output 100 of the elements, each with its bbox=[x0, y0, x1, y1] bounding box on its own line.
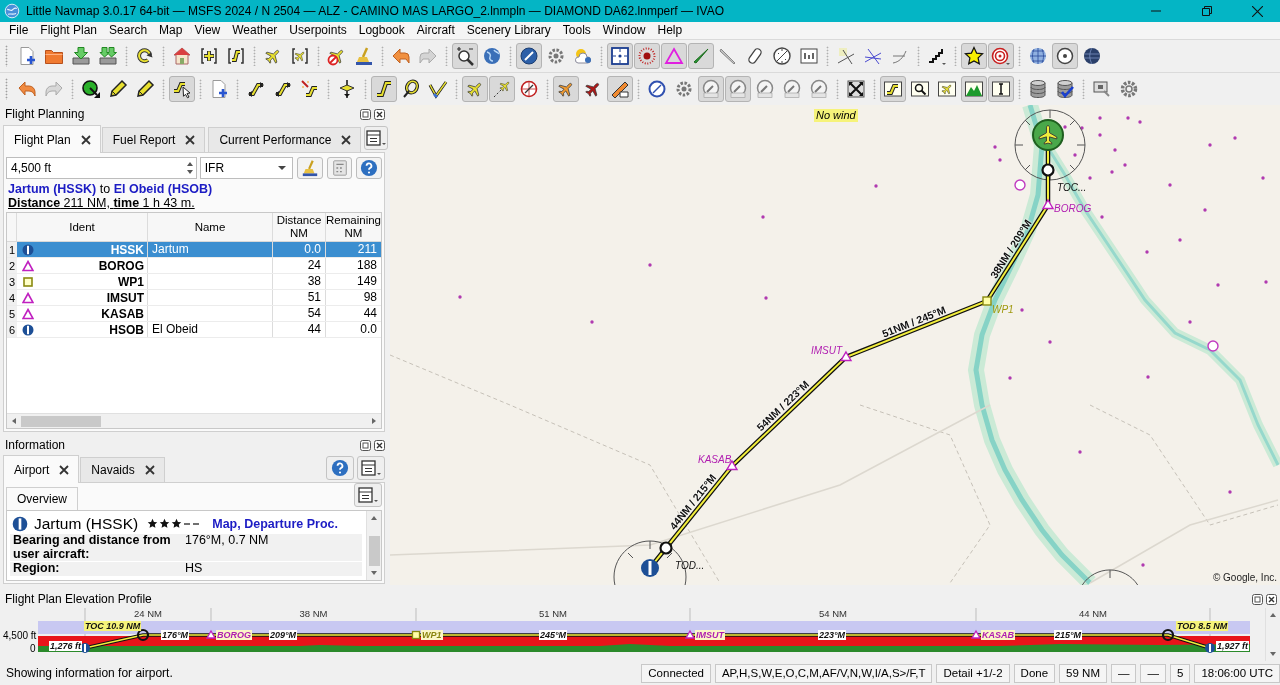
altitude-spin-box[interactable]: 4,500 ft bbox=[6, 157, 197, 179]
airway-lines-icon bbox=[836, 46, 856, 66]
help-button[interactable] bbox=[356, 157, 382, 179]
close-button[interactable] bbox=[374, 108, 385, 120]
menu-item[interactable]: Help bbox=[651, 22, 689, 39]
status-field: AP,H,S,W,E,O,C,M,AF/V,N,W,I/A,S>/F,T bbox=[714, 663, 933, 683]
airport-dot-icon bbox=[1123, 163, 1127, 167]
float-button[interactable] bbox=[360, 439, 371, 451]
menu-item[interactable]: File bbox=[3, 22, 35, 39]
menu-item[interactable]: View bbox=[188, 22, 227, 39]
menu-item[interactable]: Map bbox=[153, 22, 189, 39]
waypoint-icon bbox=[22, 307, 34, 320]
gauge-icon bbox=[809, 79, 829, 99]
menu-item[interactable]: Aircraft bbox=[410, 22, 461, 39]
broom-icon bbox=[301, 159, 320, 177]
redo-icon bbox=[44, 79, 64, 99]
scroll-right-icon bbox=[370, 417, 378, 425]
airport-dot-icon bbox=[1146, 375, 1150, 379]
stairs-icon bbox=[927, 46, 947, 66]
toolbar-button[interactable] bbox=[988, 76, 1014, 102]
table-row[interactable]: 5 KASAB 54 44 bbox=[7, 306, 381, 322]
close-icon bbox=[59, 464, 70, 475]
airport-dot-icon bbox=[1168, 183, 1172, 187]
tab[interactable]: Airport bbox=[3, 455, 80, 483]
airport-dot-icon bbox=[1203, 208, 1207, 212]
scroll-left-icon bbox=[10, 417, 18, 425]
close-button[interactable] bbox=[374, 439, 385, 451]
float-button[interactable] bbox=[360, 108, 371, 120]
column-header[interactable]: Remaining NM bbox=[326, 213, 381, 241]
toolbar-button[interactable] bbox=[607, 76, 633, 102]
menu-item[interactable]: Flight Plan bbox=[34, 22, 104, 39]
tab[interactable]: Navaids bbox=[80, 457, 165, 482]
table-cell: 44 bbox=[326, 306, 381, 321]
column-header[interactable]: Name bbox=[148, 213, 273, 241]
caret-icon bbox=[278, 164, 287, 172]
table-cell: HSOB bbox=[109, 322, 144, 337]
panel-title: Flight Planning bbox=[5, 107, 85, 121]
menu-button[interactable] bbox=[354, 483, 382, 507]
tab[interactable]: Fuel Report bbox=[101, 127, 206, 152]
ring-icon bbox=[136, 628, 150, 642]
toolbar-button[interactable] bbox=[452, 43, 478, 69]
tab[interactable]: Flight Plan bbox=[3, 125, 101, 153]
restore-icon bbox=[1201, 6, 1212, 16]
tab[interactable]: Current Performance bbox=[208, 127, 362, 152]
flight-rules-dropdown[interactable]: IFR bbox=[199, 157, 294, 179]
table-row[interactable]: 6 HSOB El Obeid 44 0.0 bbox=[7, 322, 381, 338]
status-message: Showing information for airport. bbox=[6, 666, 174, 680]
airport-dot-icon bbox=[1100, 215, 1104, 219]
toolbar-button[interactable] bbox=[169, 76, 195, 102]
menu-button[interactable] bbox=[364, 126, 389, 150]
table-row[interactable]: 3 WP1 38 149 bbox=[7, 274, 381, 290]
vertical-scrollbar[interactable] bbox=[366, 511, 381, 580]
column-header[interactable]: Ident bbox=[17, 213, 148, 241]
toolbar-button[interactable] bbox=[961, 76, 987, 102]
toolbar-button[interactable] bbox=[516, 43, 542, 69]
airplane-icon bbox=[937, 79, 957, 99]
userpoint-icon bbox=[22, 275, 34, 288]
row-number: 2 bbox=[7, 258, 17, 273]
save-all-tray-icon bbox=[98, 46, 118, 66]
float-icon bbox=[1252, 593, 1263, 605]
airport-dot-icon bbox=[1078, 450, 1082, 454]
distance-label: 51 NM bbox=[539, 608, 567, 619]
airport-links[interactable]: Map, Departure Proc. bbox=[212, 516, 338, 531]
menu-item[interactable]: Window bbox=[596, 22, 652, 39]
tool-button[interactable] bbox=[297, 157, 323, 179]
table-row[interactable]: 2 BOROG 24 188 bbox=[7, 258, 381, 274]
table-cell: 188 bbox=[326, 258, 381, 273]
menu-item[interactable]: Weather bbox=[226, 22, 284, 39]
top-of-climb-label: TOC 10.9 NM bbox=[84, 621, 142, 631]
distance-label: 38 NM bbox=[299, 608, 328, 619]
expand-arrows-icon bbox=[846, 79, 866, 99]
menu-item[interactable]: Tools bbox=[556, 22, 597, 39]
menu-item[interactable]: Userpoints bbox=[283, 22, 353, 39]
toolbar-button[interactable] bbox=[961, 43, 987, 69]
gauge-icon bbox=[782, 79, 802, 99]
calculator-icon bbox=[330, 159, 349, 177]
table-row[interactable]: 1 HSSK Jartum 0.0 211 bbox=[7, 242, 381, 258]
menu-item[interactable]: Logbook bbox=[352, 22, 411, 39]
horizontal-scrollbar[interactable] bbox=[7, 413, 381, 428]
forward-arrow-icon bbox=[418, 46, 438, 66]
waypoint-label: KASAB bbox=[697, 454, 733, 465]
toolbar-button[interactable] bbox=[607, 43, 633, 69]
close-button[interactable] bbox=[1266, 593, 1277, 605]
ring-icon bbox=[659, 541, 673, 555]
table-row[interactable]: 4 IMSUT 51 98 bbox=[7, 290, 381, 306]
help-button[interactable] bbox=[326, 456, 354, 480]
airport-dot-icon bbox=[1080, 126, 1084, 130]
toolbar-button[interactable] bbox=[1052, 43, 1078, 69]
menu-button[interactable] bbox=[357, 456, 385, 480]
airport-icon bbox=[1205, 643, 1215, 653]
tab[interactable]: Overview bbox=[6, 487, 78, 510]
float-button[interactable] bbox=[1252, 593, 1263, 605]
column-header[interactable]: Distance NM bbox=[273, 213, 326, 241]
airport-dot-icon bbox=[1178, 238, 1182, 242]
toolbar-button[interactable] bbox=[371, 76, 397, 102]
menu-item[interactable]: Scenery Library bbox=[460, 22, 557, 39]
toolbar-button[interactable] bbox=[880, 76, 906, 102]
airport-link[interactable]: El Obeid (HSOB) bbox=[113, 182, 213, 196]
airport-link[interactable]: Jartum (HSSK) bbox=[8, 182, 97, 196]
menu-item[interactable]: Search bbox=[103, 22, 154, 39]
